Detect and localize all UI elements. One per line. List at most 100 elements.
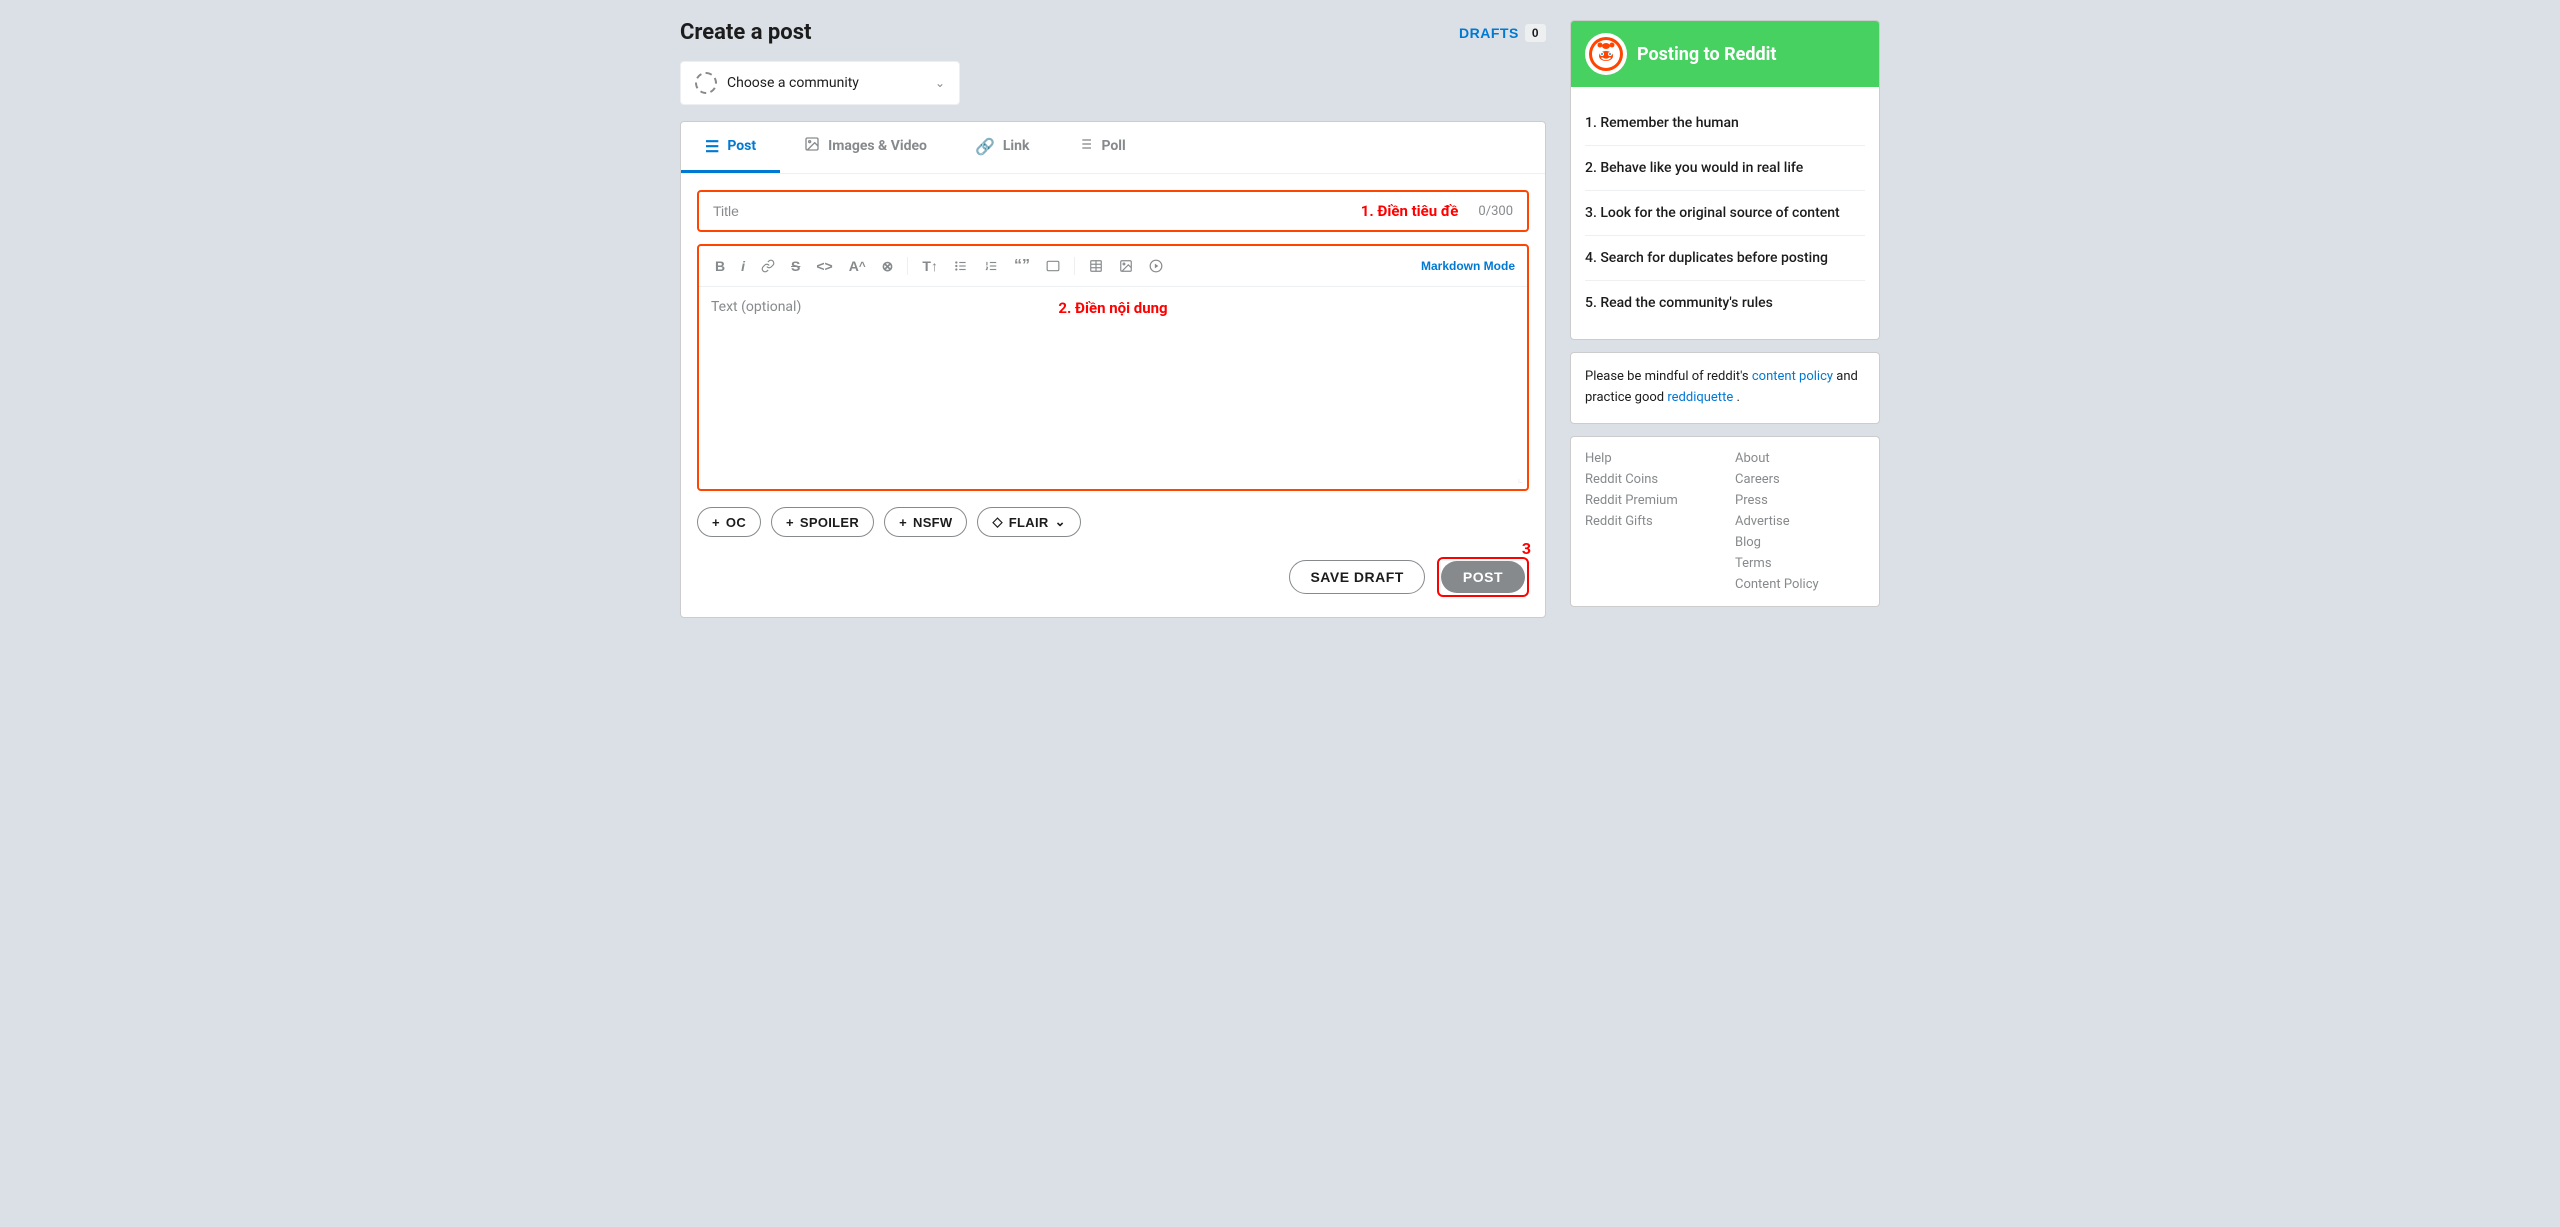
footer-link-blog-spacer	[1585, 535, 1715, 550]
period: .	[1736, 390, 1739, 405]
sidebar: Posting to Reddit 1. Remember the human …	[1570, 20, 1880, 618]
post-button-wrapper: 3 POST	[1437, 557, 1529, 597]
tab-poll[interactable]: Poll	[1053, 122, 1149, 173]
footer-link-content-policy-spacer	[1585, 577, 1715, 592]
bullet-list-button[interactable]	[950, 256, 972, 276]
editor-placeholder: Text (optional)	[711, 299, 801, 315]
tabs-row: ☰ Post Images & Video 🔗 Link	[681, 122, 1545, 174]
footer-link-terms[interactable]: Terms	[1735, 556, 1865, 571]
tab-link-label: Link	[1003, 138, 1030, 154]
resize-icon: ⌞	[1517, 471, 1523, 485]
images-video-icon	[804, 136, 820, 156]
numbered-list-button[interactable]	[980, 256, 1002, 276]
posting-to-reddit-card: Posting to Reddit 1. Remember the human …	[1570, 20, 1880, 340]
editor-resize-handle[interactable]: ⌞	[699, 467, 1527, 489]
spoiler-button[interactable]: ⊗	[878, 255, 898, 278]
italic-button[interactable]: i	[737, 255, 749, 277]
image-button[interactable]	[1115, 256, 1137, 276]
flair-button[interactable]: ◇ FLAIR ⌄	[977, 507, 1080, 537]
heading-button[interactable]: T↑	[918, 255, 942, 277]
tab-post-label: Post	[727, 138, 756, 154]
nsfw-label: NSFW	[913, 515, 952, 530]
rule-3: 3. Look for the original source of conte…	[1585, 191, 1865, 236]
tab-images-video-label: Images & Video	[828, 138, 927, 154]
toolbar-separator-2	[1074, 257, 1075, 275]
action-row: SAVE DRAFT 3 POST	[697, 557, 1529, 601]
editor-content-area[interactable]: Text (optional) 2. Điền nội dung	[699, 287, 1527, 467]
footer-link-help[interactable]: Help	[1585, 451, 1715, 466]
drafts-button[interactable]: DRAFTS 0	[1459, 24, 1546, 42]
footer-link-reddit-coins[interactable]: Reddit Coins	[1585, 472, 1715, 487]
page-title: Create a post	[680, 20, 811, 45]
tab-poll-label: Poll	[1101, 138, 1125, 154]
community-icon	[695, 72, 717, 94]
title-hint: 1. Điền tiêu đề	[1361, 202, 1459, 220]
table-button[interactable]	[1085, 256, 1107, 276]
poll-icon	[1077, 136, 1093, 156]
spoiler-button[interactable]: + SPOILER	[771, 507, 874, 537]
drafts-count: 0	[1525, 24, 1546, 42]
blockquote-button[interactable]: “”	[1010, 254, 1034, 278]
drafts-label: DRAFTS	[1459, 25, 1519, 41]
link-button[interactable]	[757, 256, 779, 276]
posting-rules: 1. Remember the human 2. Behave like you…	[1571, 87, 1879, 339]
footer-link-reddit-gifts[interactable]: Reddit Gifts	[1585, 514, 1715, 529]
title-count: 0/300	[1478, 204, 1513, 219]
posting-to-reddit-title: Posting to Reddit	[1637, 44, 1776, 65]
editor-wrapper: B i S <> A^ ⊗ T↑	[697, 244, 1529, 491]
editor-hint: 2. Điền nội dung	[1058, 299, 1167, 317]
community-selector[interactable]: Choose a community ⌄	[680, 61, 960, 105]
oc-plus-icon: +	[712, 515, 720, 530]
footer-link-blog[interactable]: Blog	[1735, 535, 1865, 550]
flair-chevron-icon: ⌄	[1055, 514, 1066, 530]
markdown-mode-button[interactable]: Markdown Mode	[1421, 259, 1515, 273]
post-number-badge: 3	[1522, 539, 1531, 558]
extra-buttons-row: + OC + SPOILER + NSFW ◇ FLAIR ⌄	[697, 507, 1529, 537]
nsfw-plus-icon: +	[899, 515, 907, 530]
link-icon: 🔗	[975, 137, 995, 156]
reddiquette-link[interactable]: reddiquette	[1667, 390, 1733, 405]
posting-header: Posting to Reddit	[1571, 21, 1879, 87]
footer-link-advertise[interactable]: Advertise	[1735, 514, 1865, 529]
flair-label: FLAIR	[1009, 515, 1049, 530]
footer-links-card: Help About Reddit Coins Careers Reddit P…	[1570, 436, 1880, 607]
content-policy-link[interactable]: content policy	[1752, 369, 1833, 384]
mindful-text: Please be mindful of reddit's	[1585, 369, 1752, 384]
editor-toolbar: B i S <> A^ ⊗ T↑	[699, 246, 1527, 287]
tab-images-video[interactable]: Images & Video	[780, 122, 951, 173]
code-block-button[interactable]	[1042, 256, 1064, 276]
footer-link-reddit-premium[interactable]: Reddit Premium	[1585, 493, 1715, 508]
footer-link-content-policy[interactable]: Content Policy	[1735, 577, 1865, 592]
footer-link-careers[interactable]: Careers	[1735, 472, 1865, 487]
spoiler-label: SPOILER	[800, 515, 859, 530]
nsfw-button[interactable]: + NSFW	[884, 507, 967, 537]
title-field-wrapper: 1. Điền tiêu đề 0/300	[697, 190, 1529, 232]
post-button[interactable]: POST	[1441, 561, 1525, 593]
oc-label: OC	[726, 515, 746, 530]
toolbar-separator-1	[907, 257, 908, 275]
video-button[interactable]	[1145, 256, 1167, 276]
post-tab-icon: ☰	[705, 137, 719, 156]
rule-4: 4. Search for duplicates before posting	[1585, 236, 1865, 281]
oc-button[interactable]: + OC	[697, 507, 761, 537]
footer-link-terms-spacer	[1585, 556, 1715, 571]
flair-tag-icon: ◇	[992, 514, 1002, 530]
title-input[interactable]	[713, 203, 1341, 219]
strikethrough-button[interactable]: S	[787, 255, 804, 277]
tab-post[interactable]: ☰ Post	[681, 122, 780, 173]
post-card: ☰ Post Images & Video 🔗 Link	[680, 121, 1546, 618]
code-inline-button[interactable]: <>	[812, 255, 836, 277]
rule-5: 5. Read the community's rules	[1585, 281, 1865, 325]
community-placeholder: Choose a community	[727, 75, 859, 91]
spoiler-plus-icon: +	[786, 515, 794, 530]
tab-link[interactable]: 🔗 Link	[951, 122, 1054, 173]
bold-button[interactable]: B	[711, 255, 729, 277]
post-body: 1. Điền tiêu đề 0/300 B i	[681, 174, 1545, 617]
mindful-card: Please be mindful of reddit's content po…	[1570, 352, 1880, 424]
save-draft-button[interactable]: SAVE DRAFT	[1289, 560, 1424, 594]
footer-link-press[interactable]: Press	[1735, 493, 1865, 508]
footer-link-about[interactable]: About	[1735, 451, 1865, 466]
snoo-icon	[1585, 33, 1627, 75]
chevron-down-icon: ⌄	[935, 76, 945, 90]
superscript-button[interactable]: A^	[845, 255, 870, 277]
